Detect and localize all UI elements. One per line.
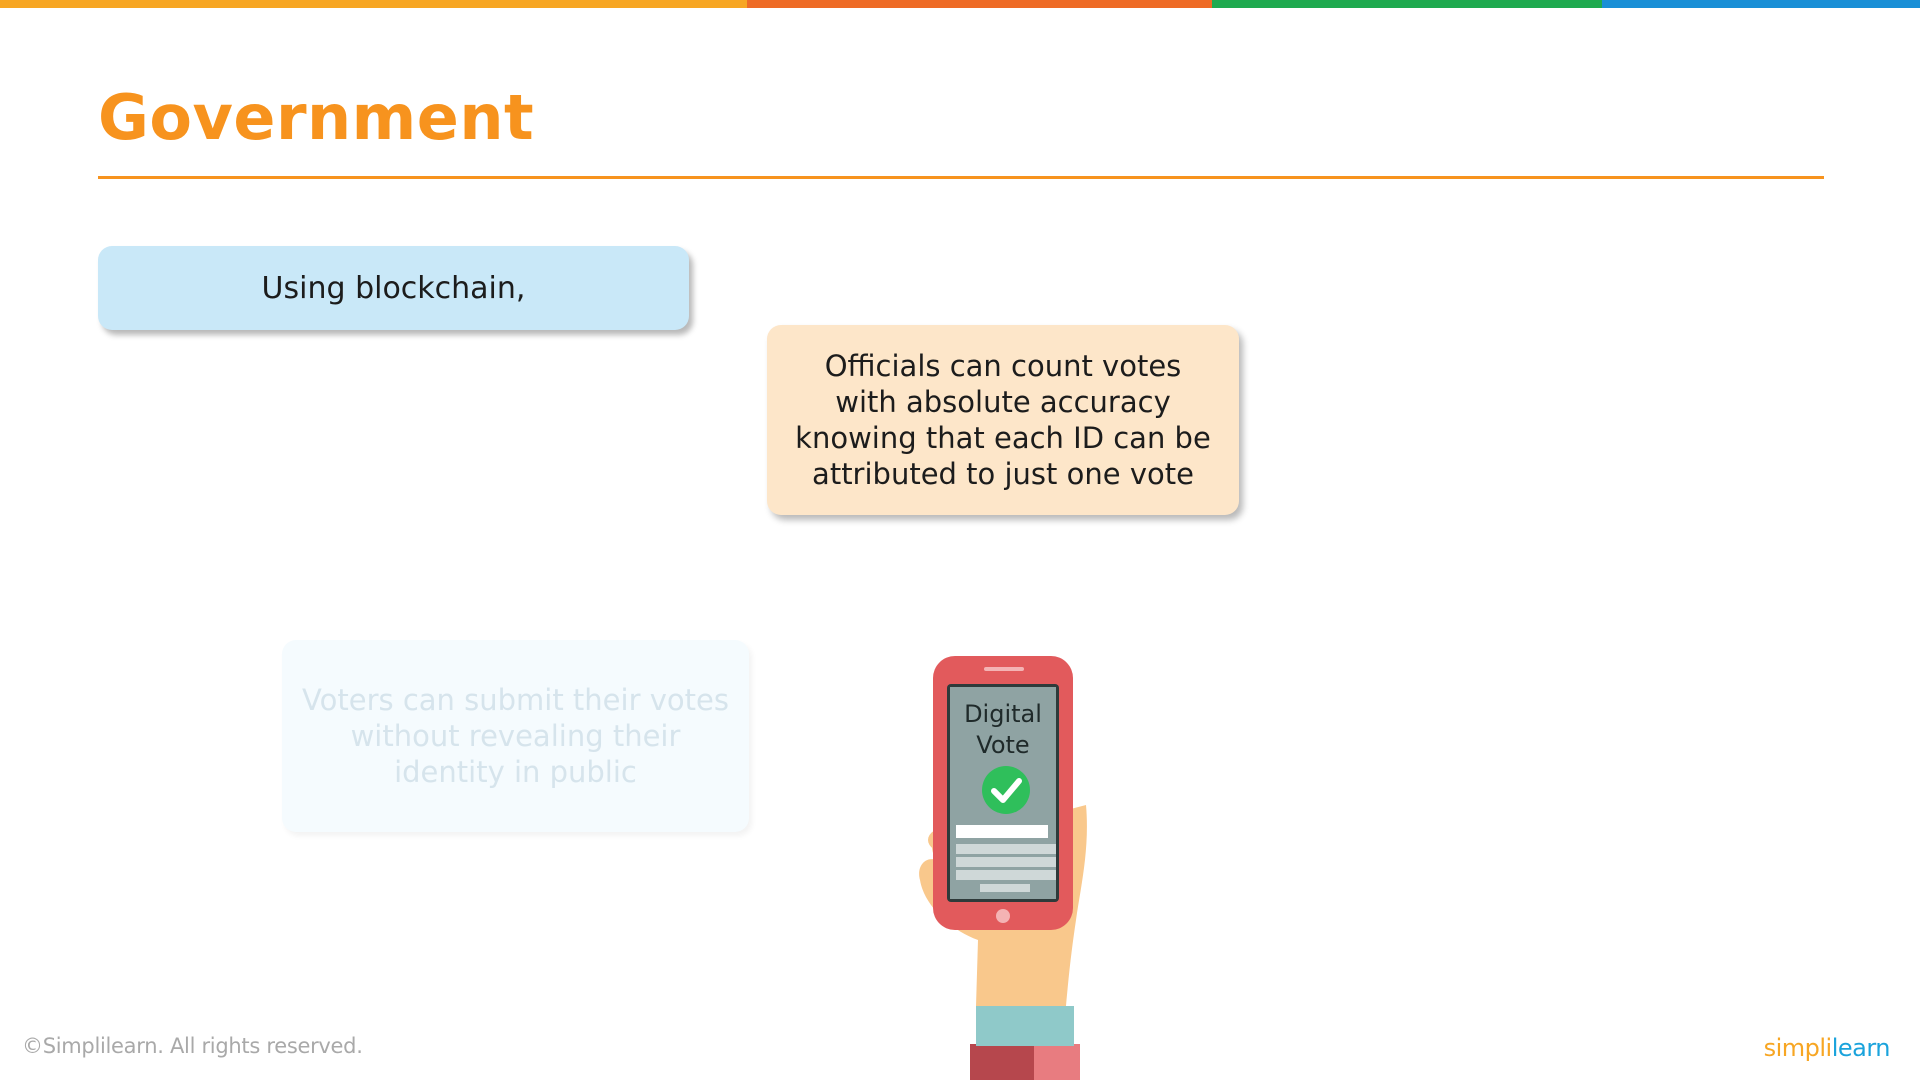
copyright-notice: ©Simplilearn. All rights reserved. bbox=[22, 1034, 363, 1058]
officials-text: Officials can count votes with absolute … bbox=[795, 348, 1211, 492]
screen-input-field bbox=[956, 825, 1048, 838]
sleeve-left bbox=[970, 1044, 1034, 1080]
slide-title: Government bbox=[98, 81, 535, 154]
voters-line: Voters can submit their votes bbox=[302, 683, 729, 717]
voters-line: without revealing their bbox=[350, 719, 681, 753]
logo-text-part1: simpli bbox=[1763, 1034, 1833, 1062]
officials-callout: Officials can count votes with absolute … bbox=[767, 325, 1239, 515]
voters-callout-faded: Voters can submit their votes without re… bbox=[282, 640, 749, 832]
voters-text: Voters can submit their votes without re… bbox=[302, 682, 729, 790]
simplilearn-logo: simplilearn bbox=[1763, 1034, 1891, 1062]
voters-line: identity in public bbox=[394, 755, 637, 789]
checkmark-icon bbox=[982, 766, 1030, 814]
top-bar-segment-orange bbox=[0, 0, 747, 8]
cuff bbox=[976, 1006, 1074, 1046]
intro-text: Using blockchain, bbox=[261, 270, 526, 306]
top-bar-segment-red bbox=[747, 0, 1212, 8]
top-color-bar bbox=[0, 0, 1920, 8]
officials-line: with absolute accuracy bbox=[835, 385, 1171, 419]
officials-line: knowing that each ID can be bbox=[795, 421, 1211, 455]
screen-label-line2: Vote bbox=[976, 731, 1029, 759]
top-bar-segment-green bbox=[1212, 0, 1602, 8]
hand-phone-graphic: Digital Vote bbox=[919, 656, 1087, 1080]
top-bar-segment-blue bbox=[1602, 0, 1920, 8]
officials-line: attributed to just one vote bbox=[812, 457, 1194, 491]
title-underline bbox=[98, 176, 1824, 179]
intro-box: Using blockchain, bbox=[98, 246, 689, 330]
slide: Government Using blockchain, Officials c… bbox=[0, 0, 1920, 1080]
officials-line: Officials can count votes bbox=[824, 349, 1182, 383]
digital-vote-illustration: Digital Vote bbox=[880, 640, 1120, 1080]
sleeve-right bbox=[1034, 1044, 1080, 1080]
logo-text-part2: learn bbox=[1831, 1034, 1891, 1062]
screen-label-line1: Digital bbox=[964, 700, 1042, 728]
